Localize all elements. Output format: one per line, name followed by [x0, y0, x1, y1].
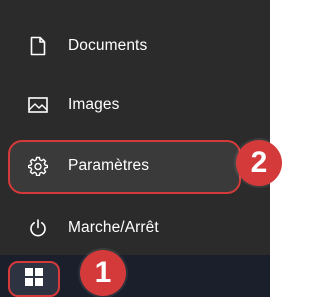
menu-item-label: Images: [68, 96, 120, 113]
start-button[interactable]: [8, 261, 60, 297]
menu-item-power[interactable]: Marche/Arrêt: [0, 208, 270, 248]
menu-item-label: Marche/Arrêt: [68, 219, 159, 236]
menu-item-images[interactable]: Images: [0, 85, 270, 125]
step-badge-1: 1: [80, 250, 126, 296]
menu-item-settings[interactable]: Paramètres: [0, 146, 270, 186]
gear-icon: [27, 155, 49, 177]
windows-logo-icon: [25, 267, 43, 291]
start-menu: Documents Images Paramètres Marche/Arrêt: [0, 0, 270, 297]
menu-item-documents[interactable]: Documents: [0, 26, 270, 66]
menu-item-label: Paramètres: [68, 157, 150, 174]
power-icon: [27, 217, 49, 239]
document-icon: [27, 35, 49, 57]
step-badge-number: 2: [250, 146, 268, 179]
menu-item-label: Documents: [68, 37, 148, 54]
step-badge-2: 2: [236, 140, 282, 186]
image-icon: [27, 94, 49, 116]
screenshot-frame: Documents Images Paramètres Marche/Arrêt…: [0, 0, 286, 297]
step-badge-number: 1: [94, 256, 112, 289]
